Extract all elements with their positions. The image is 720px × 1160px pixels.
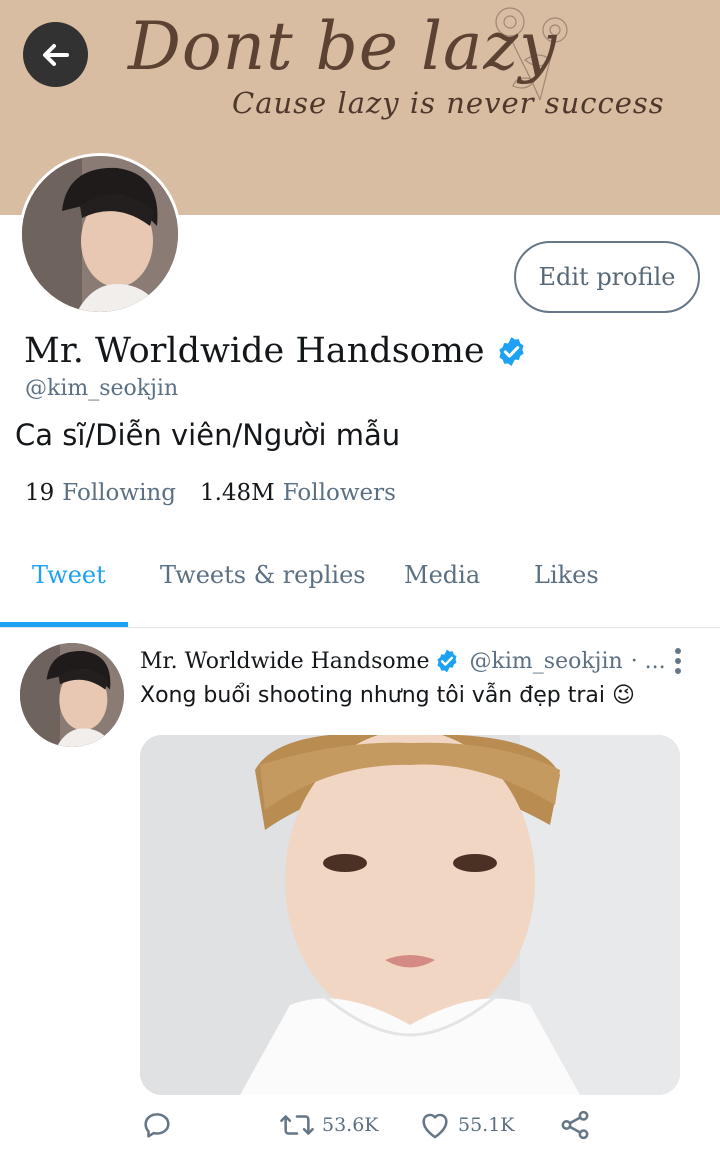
profile-avatar[interactable] [19, 153, 181, 315]
reply-button[interactable] [140, 1108, 174, 1142]
reply-icon [144, 1113, 170, 1138]
followers-link[interactable]: 1.48M Followers [200, 480, 396, 506]
share-icon [561, 1110, 589, 1140]
following-label: Following [62, 480, 176, 506]
tweet-photo [140, 735, 680, 1095]
following-link[interactable]: 19 Following [25, 480, 176, 506]
tab-tweet[interactable]: Tweet [32, 561, 106, 589]
tab-tweets-replies[interactable]: Tweets & replies [160, 561, 366, 589]
tweet-media-image[interactable] [140, 735, 680, 1095]
back-arrow-icon [42, 43, 69, 66]
banner-subtitle: Cause lazy is never success [232, 86, 665, 120]
profile-name-text: Mr. Worldwide Handsome [24, 331, 485, 371]
followers-label: Followers [282, 480, 396, 506]
banner-title: Dont be lazy [128, 8, 558, 85]
following-count: 19 [25, 480, 55, 506]
edit-profile-button[interactable]: Edit profile [514, 241, 700, 313]
tab-likes[interactable]: Likes [534, 561, 599, 589]
retweet-count: 53.6K [322, 1114, 379, 1136]
like-button[interactable]: 55.1K [418, 1108, 515, 1142]
share-button[interactable] [558, 1108, 592, 1142]
profile-stats: 19 Following 1.48M Followers [25, 480, 396, 506]
avatar-photo [22, 156, 178, 312]
tweet-header: Mr. Worldwide Handsome @kim_seokjin · ..… [140, 648, 666, 674]
like-count: 55.1K [458, 1114, 515, 1136]
tweet-avatar-photo [20, 643, 124, 747]
tweet-author-name[interactable]: Mr. Worldwide Handsome [140, 649, 430, 674]
like-icon [422, 1113, 448, 1139]
retweet-button[interactable]: 53.6K [278, 1108, 379, 1142]
tabs-divider [0, 627, 720, 628]
more-vertical-icon[interactable] [668, 646, 688, 676]
followers-count: 1.48M [199, 480, 275, 506]
verified-badge-icon [437, 649, 457, 673]
profile-handle: @kim_seokjin [25, 376, 179, 401]
tab-media[interactable]: Media [404, 561, 480, 589]
tweet-author-handle[interactable]: @kim_seokjin [470, 649, 623, 674]
profile-name: Mr. Worldwide Handsome [24, 331, 528, 371]
verified-badge-icon [499, 336, 524, 366]
tweet-avatar[interactable] [20, 643, 124, 747]
tweet-separator: · ... [630, 648, 666, 674]
retweet-icon [280, 1115, 314, 1135]
profile-bio: Ca sĩ/Diễn viên/Người mẫu [15, 418, 401, 452]
back-button[interactable] [23, 22, 88, 87]
profile-tabs: Tweet Tweets & replies Media Likes [0, 545, 720, 627]
tweet-actions: 53.6K 55.1K [140, 1108, 610, 1148]
tweet-text: Xong buổi shooting nhưng tôi vẫn đẹp tra… [140, 683, 635, 708]
